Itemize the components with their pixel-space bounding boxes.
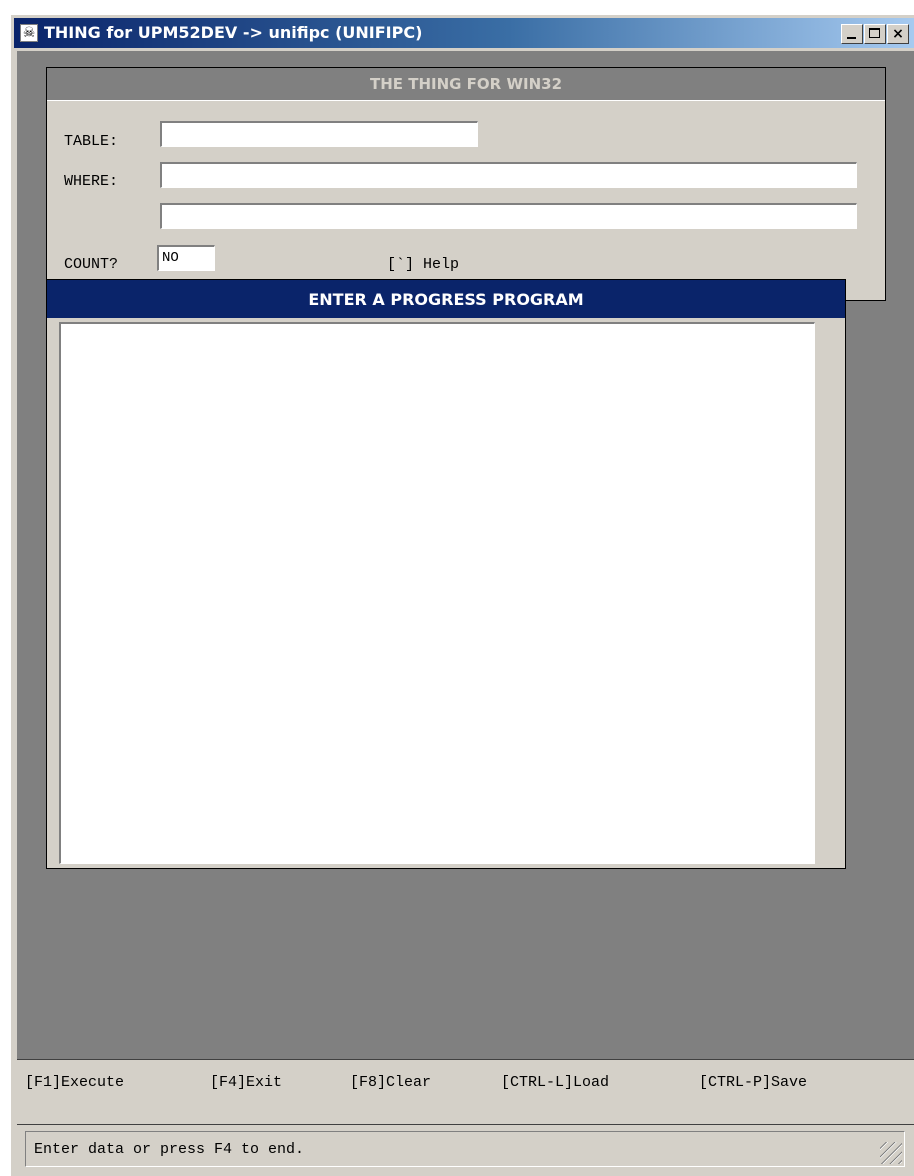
window-title: THING for UPM52DEV -> unifipc (UNIFIPC) xyxy=(44,23,423,42)
program-editor-scrollbar[interactable] xyxy=(817,322,843,864)
where-input-line-1[interactable] xyxy=(160,162,857,188)
where-label: WHERE: xyxy=(64,173,119,190)
help-hint[interactable]: [`] Help xyxy=(387,256,459,273)
where-input-line-2[interactable] xyxy=(160,203,857,229)
maximize-icon xyxy=(869,28,880,38)
program-editor-textarea[interactable] xyxy=(59,322,815,864)
title-bar[interactable]: ☠ THING for UPM52DEV -> unifipc (UNIFIPC… xyxy=(14,18,914,48)
program-editor-header: ENTER A PROGRESS PROGRAM xyxy=(47,280,845,318)
resize-grip-icon[interactable] xyxy=(880,1142,902,1164)
status-message: Enter data or press F4 to end. xyxy=(34,1141,305,1158)
close-icon: × xyxy=(892,26,904,42)
work-area: THE THING FOR WIN32 TABLE: WHERE: COUNT?… xyxy=(17,51,914,1059)
f4-exit-key[interactable]: [F4]Exit xyxy=(210,1074,282,1091)
f8-clear-key[interactable]: [F8]Clear xyxy=(350,1074,431,1091)
close-button[interactable]: × xyxy=(887,24,909,44)
maximize-button[interactable] xyxy=(864,24,886,44)
skull-crossbones-icon[interactable]: ☠ xyxy=(20,24,38,42)
ctrl-p-save-key[interactable]: [CTRL-P]Save xyxy=(699,1074,807,1091)
ctrl-l-load-key[interactable]: [CTRL-L]Load xyxy=(501,1074,609,1091)
count-input[interactable]: NO xyxy=(157,245,215,271)
query-panel: THE THING FOR WIN32 TABLE: WHERE: COUNT?… xyxy=(46,67,886,301)
count-label: COUNT? xyxy=(64,256,119,273)
minimize-button[interactable] xyxy=(841,24,863,44)
query-panel-header: THE THING FOR WIN32 xyxy=(47,68,885,101)
table-input[interactable] xyxy=(160,121,478,147)
program-editor-window: ENTER A PROGRESS PROGRAM xyxy=(46,279,846,869)
app-window: ☠ THING for UPM52DEV -> unifipc (UNIFIPC… xyxy=(10,14,914,1176)
status-bar: Enter data or press F4 to end. xyxy=(25,1131,905,1167)
f1-execute-key[interactable]: [F1]Execute xyxy=(25,1074,124,1091)
table-label: TABLE: xyxy=(64,133,119,150)
minimize-icon xyxy=(847,37,856,39)
function-key-bar: [F1]Execute [F4]Exit [F8]Clear [CTRL-L]L… xyxy=(17,1059,914,1125)
